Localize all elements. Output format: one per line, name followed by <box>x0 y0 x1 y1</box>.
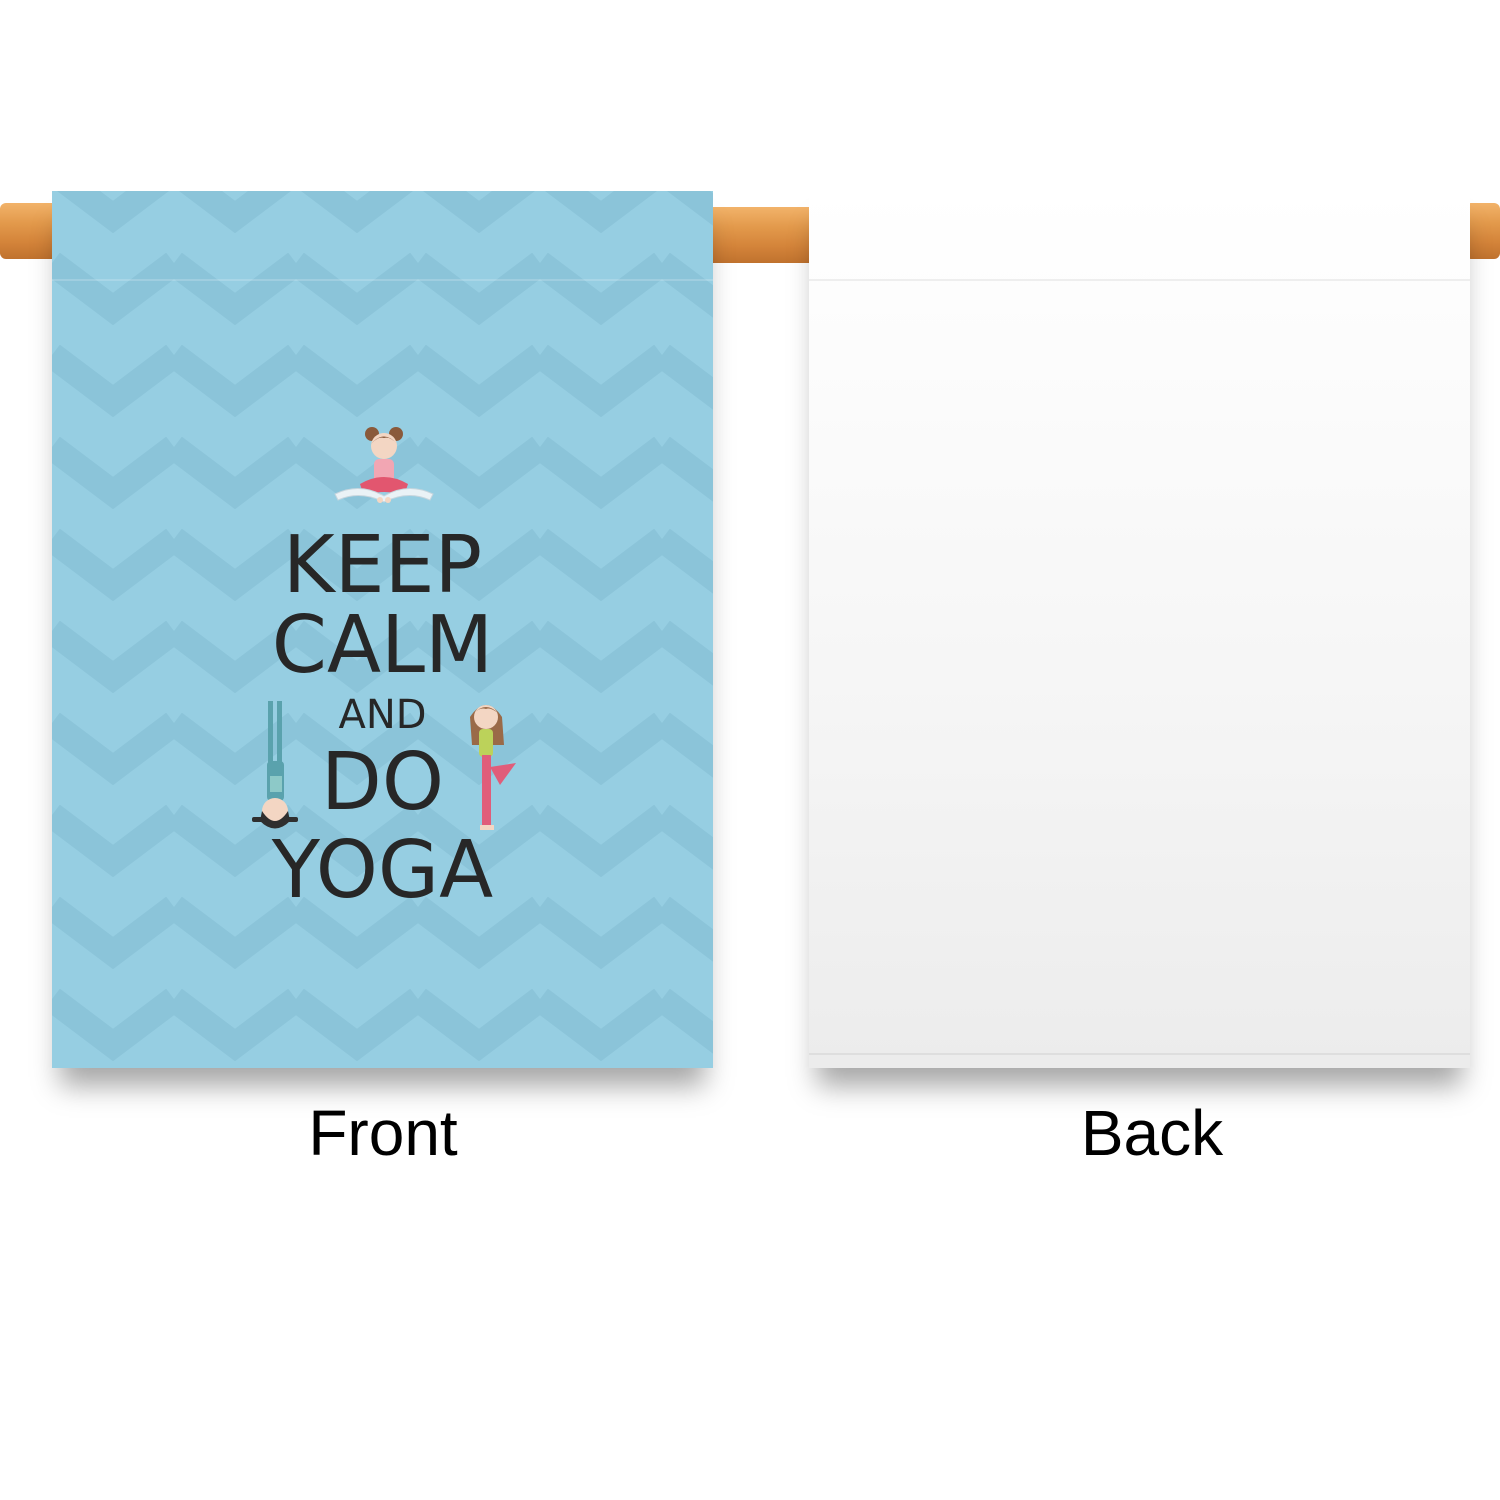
text-calm: CALM <box>271 599 494 691</box>
flag-pole-right <box>1465 203 1500 259</box>
text-do: DO <box>320 736 444 828</box>
caption-back: Back <box>1080 1097 1224 1169</box>
text-keep: KEEP <box>282 519 483 611</box>
caption-front: Front <box>308 1097 458 1169</box>
seated-yoga-figure <box>334 427 434 503</box>
text-and: AND <box>338 692 427 738</box>
front-flag: KEEP CALM AND DO YOGA <box>52 191 713 1068</box>
flag-pole-left <box>0 203 60 259</box>
flag-hem <box>809 279 1470 281</box>
flag-bottom-hem <box>809 1053 1470 1055</box>
tree-pose-yoga-figure <box>470 705 516 830</box>
text-yoga: YOGA <box>271 824 494 916</box>
headstand-yoga-figure <box>252 701 298 829</box>
flag-pole-middle <box>706 207 816 263</box>
back-flag <box>809 191 1470 1068</box>
flag-hem <box>52 279 713 281</box>
